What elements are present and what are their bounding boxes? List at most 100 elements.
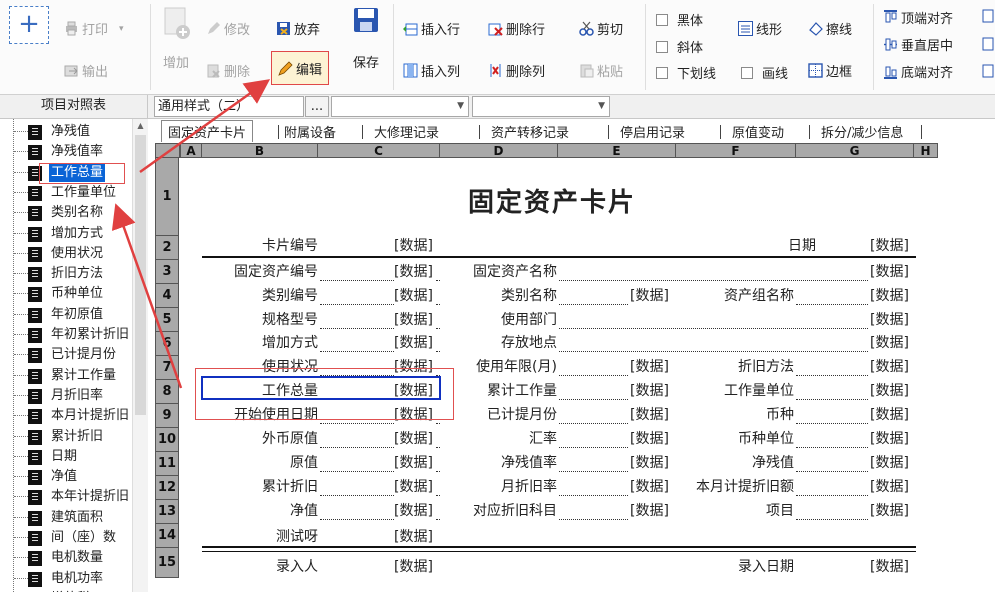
row-header[interactable]: 10 <box>155 428 179 452</box>
align-vcenter-button[interactable]: 垂直居中 <box>883 35 953 54</box>
data-field[interactable]: [数据] <box>870 454 909 472</box>
tree-item[interactable]: 建筑面积 <box>0 508 135 528</box>
size-select[interactable]: ▼ <box>472 96 610 117</box>
column-header[interactable]: E <box>558 143 676 158</box>
style-select[interactable]: 通用样式（二） <box>154 96 304 117</box>
column-header[interactable]: C <box>318 143 440 158</box>
checkbox-icon[interactable] <box>741 66 753 79</box>
data-field[interactable]: [数据] <box>630 406 669 424</box>
data-field[interactable]: [数据] <box>870 382 909 400</box>
underline-checkbox[interactable]: 下划线 <box>656 63 716 82</box>
border-button[interactable]: 边框 <box>808 61 852 80</box>
row-header[interactable]: 11 <box>155 452 179 476</box>
data-field[interactable]: [数据] <box>394 237 433 255</box>
ellipsis-button[interactable]: ... <box>305 96 329 117</box>
data-field[interactable]: [数据] <box>394 263 433 281</box>
tree-item[interactable]: 年初原值 <box>0 305 135 325</box>
tree-item[interactable]: 日期 <box>0 447 135 467</box>
more-align-icon[interactable] <box>982 8 994 82</box>
add-button[interactable]: + <box>9 6 49 44</box>
align-bottom-button[interactable]: 底端对齐 <box>883 62 953 81</box>
tree-scrollbar[interactable]: ▲ <box>132 119 148 592</box>
checkbox-icon[interactable] <box>656 66 668 79</box>
cut-button[interactable]: 剪切 <box>579 19 623 38</box>
data-field[interactable]: [数据] <box>870 358 909 376</box>
erase-line-button[interactable]: 擦线 <box>808 19 852 38</box>
tree-item[interactable]: 电机数量 <box>0 548 135 568</box>
tree-item[interactable]: 累计工作量 <box>0 366 135 386</box>
export-button[interactable]: 输出 <box>64 61 108 80</box>
tree-item[interactable]: 已计提月份 <box>0 345 135 365</box>
tree-item[interactable]: 类别名称 <box>0 203 135 223</box>
delete-button[interactable]: 删除 <box>206 61 250 80</box>
column-header[interactable]: B <box>202 143 318 158</box>
align-top-button[interactable]: 顶端对齐 <box>883 8 953 27</box>
data-field[interactable]: [数据] <box>630 358 669 376</box>
data-field[interactable]: [数据] <box>394 502 433 520</box>
column-header[interactable]: F <box>676 143 796 158</box>
row-header[interactable]: 8 <box>155 380 179 404</box>
delete-row-button[interactable]: 删除行 <box>488 19 545 38</box>
column-header[interactable]: A <box>180 143 202 158</box>
data-field[interactable]: [数据] <box>394 430 433 448</box>
save-button[interactable]: 保存 <box>348 6 384 72</box>
insert-column-button[interactable]: 插入列 <box>403 61 460 80</box>
tree-item[interactable]: 净残值率 <box>0 142 135 162</box>
data-field[interactable]: [数据] <box>630 287 669 305</box>
data-field[interactable]: [数据] <box>630 502 669 520</box>
tree-item[interactable]: 净值 <box>0 467 135 487</box>
line-style-button[interactable]: 线形 <box>738 19 782 38</box>
tab-2[interactable]: 附属设备 <box>284 122 336 141</box>
row-header[interactable]: 2 <box>155 236 179 260</box>
row-header[interactable]: 1 <box>155 158 179 236</box>
tab-4[interactable]: 资产转移记录 <box>491 122 569 141</box>
tree-item[interactable]: 本月计提折旧 <box>0 406 135 426</box>
data-field[interactable]: [数据] <box>870 430 909 448</box>
checkbox-icon[interactable] <box>656 40 668 53</box>
data-field[interactable]: [数据] <box>870 558 909 576</box>
scroll-up-arrow[interactable]: ▲ <box>133 119 148 133</box>
data-field[interactable]: [数据] <box>870 287 909 305</box>
tree-item[interactable]: 增加方式 <box>0 224 135 244</box>
data-field[interactable]: [数据] <box>394 558 433 576</box>
tree-item[interactable]: 净残值 <box>0 122 135 142</box>
italic-checkbox[interactable]: 斜体 <box>656 37 703 56</box>
edit-button[interactable]: 编辑 <box>271 51 330 85</box>
data-field[interactable]: [数据] <box>630 430 669 448</box>
tab-1[interactable]: 固定资产卡片 <box>161 120 254 142</box>
data-field[interactable]: [数据] <box>394 334 433 352</box>
modify-button[interactable]: 修改 <box>206 19 250 38</box>
chevron-down-icon[interactable]: ▾ <box>119 24 124 34</box>
row-header[interactable]: 12 <box>155 476 179 500</box>
row-header[interactable]: 6 <box>155 332 179 356</box>
data-field[interactable]: [数据] <box>394 287 433 305</box>
row-header[interactable]: 5 <box>155 308 179 332</box>
row-header[interactable]: 4 <box>155 284 179 308</box>
data-field[interactable]: [数据] <box>870 478 909 496</box>
checkbox-icon[interactable] <box>656 13 668 26</box>
tab-3[interactable]: 大修理记录 <box>374 122 439 141</box>
row-header[interactable]: 9 <box>155 404 179 428</box>
tree-item[interactable]: 电机功率 <box>0 569 135 589</box>
delete-column-button[interactable]: 删除列 <box>488 61 545 80</box>
tree-item[interactable]: 折旧方法 <box>0 264 135 284</box>
tree-item[interactable]: 间（座）数 <box>0 528 135 548</box>
row-header[interactable]: 3 <box>155 260 179 284</box>
data-field[interactable]: [数据] <box>630 478 669 496</box>
data-field[interactable]: [数据] <box>630 382 669 400</box>
row-header[interactable]: 7 <box>155 356 179 380</box>
data-field[interactable]: [数据] <box>870 263 909 281</box>
row-header[interactable]: 13 <box>155 500 179 524</box>
tree-item[interactable]: 累计折旧 <box>0 427 135 447</box>
corner-cell[interactable] <box>155 143 180 158</box>
data-field[interactable]: [数据] <box>870 406 909 424</box>
print-button[interactable]: 打印 ▾ <box>64 19 124 38</box>
data-field[interactable]: [数据] <box>394 528 433 546</box>
data-field[interactable]: [数据] <box>394 454 433 472</box>
row-header[interactable]: 14 <box>155 524 179 548</box>
column-header[interactable]: D <box>440 143 558 158</box>
insert-row-button[interactable]: 插入行 <box>403 19 460 38</box>
data-field[interactable]: [数据] <box>394 478 433 496</box>
tree-item[interactable]: 工作量单位 <box>0 183 135 203</box>
data-field[interactable]: [数据] <box>870 237 909 255</box>
